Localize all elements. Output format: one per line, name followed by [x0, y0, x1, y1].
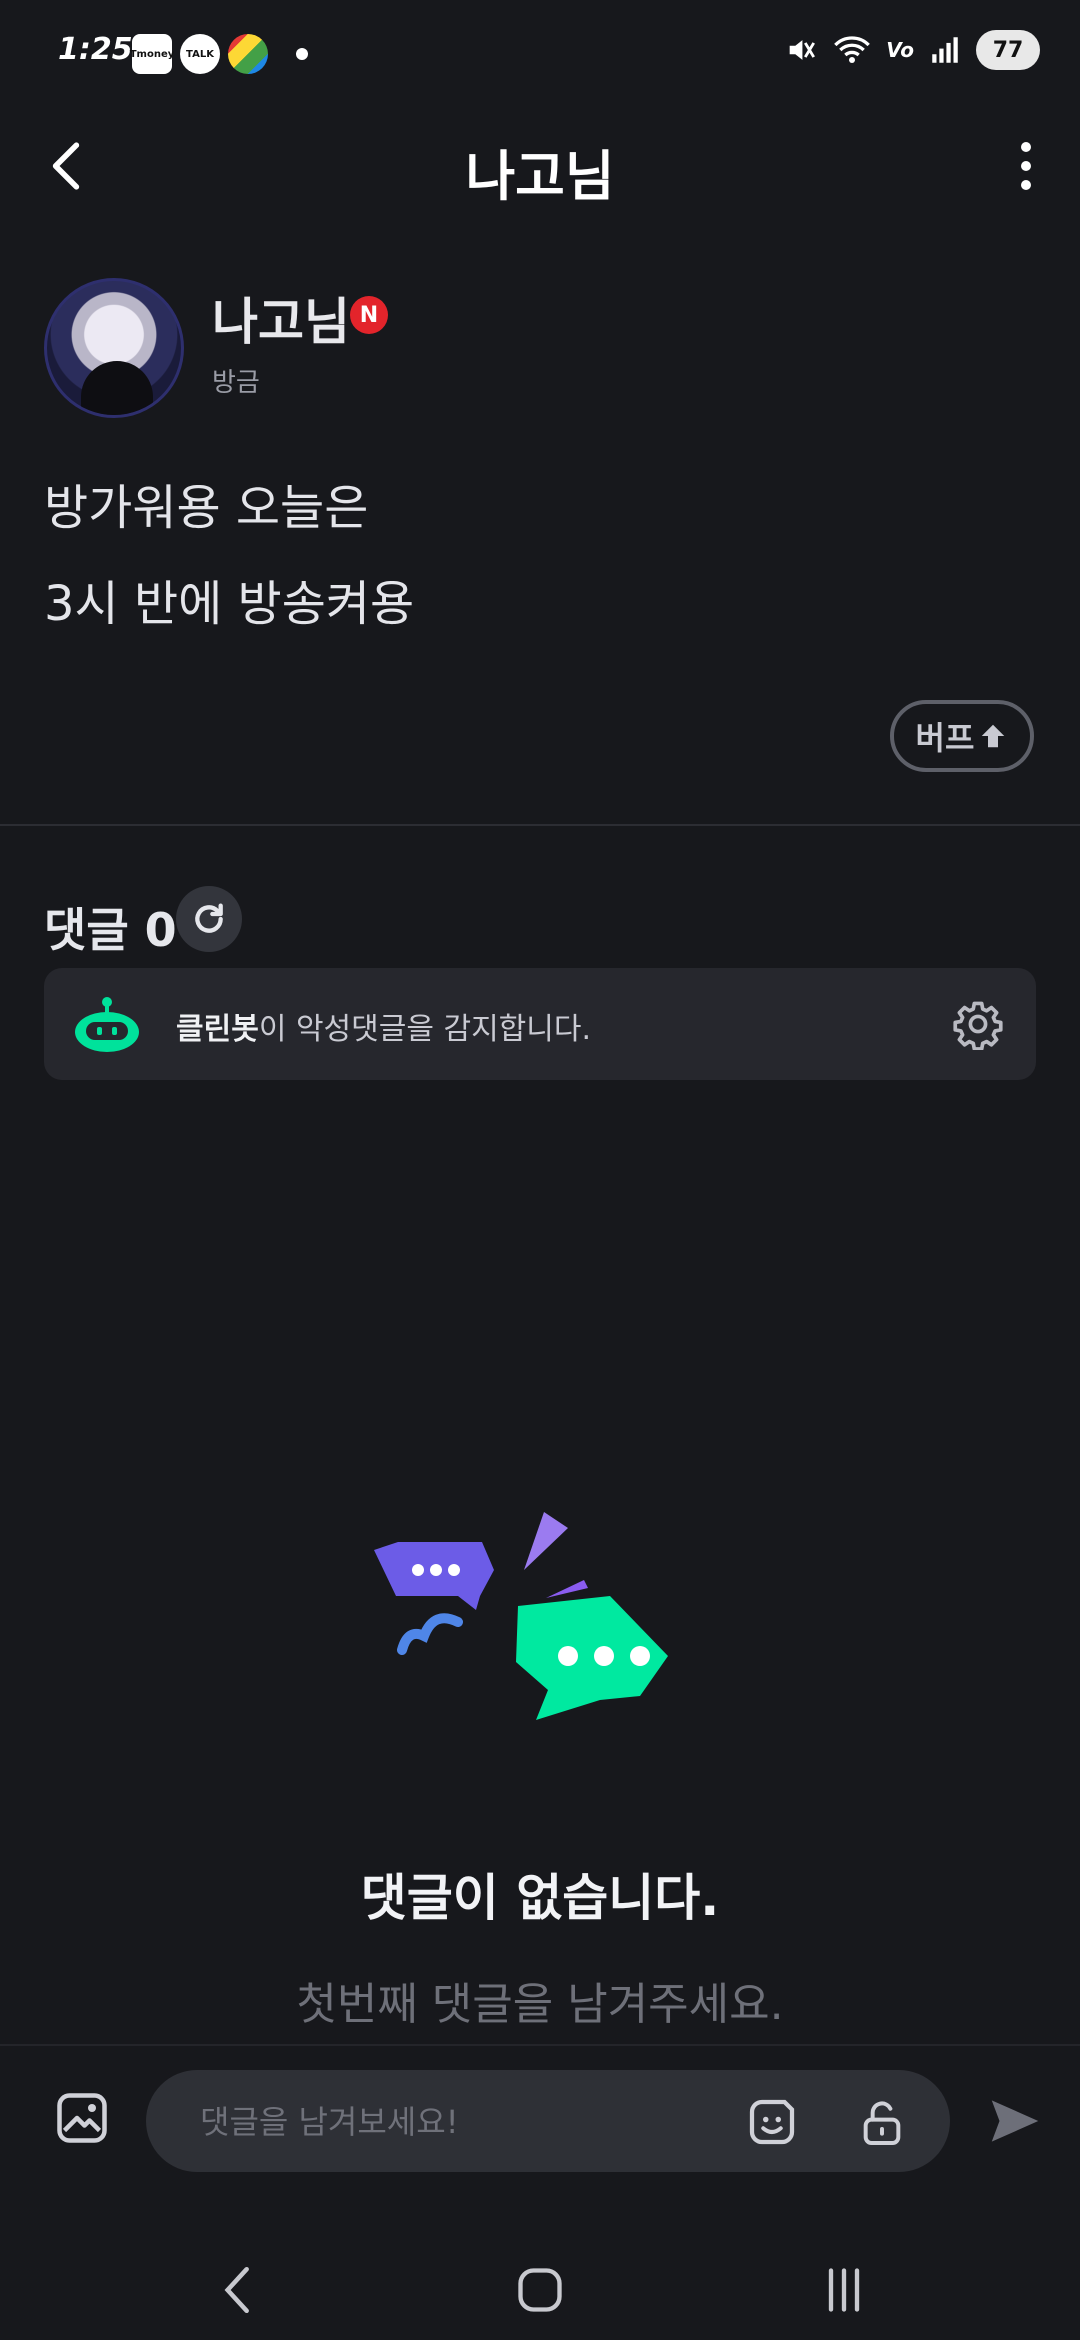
tmoney-notification-icon: Tmoney: [130, 34, 174, 74]
nav-recents-icon: [828, 2268, 860, 2312]
cleanbot-message: 클린봇이 악성댓글을 감지합니다.: [176, 1004, 591, 1048]
kakaotalk-notification-icon: TALK: [180, 34, 220, 74]
status-bar: 1:25 Tmoney TALK Vo 77: [0, 0, 1080, 110]
screen: 1:25 Tmoney TALK Vo 77 나고님 나고님 N 방금 방가워용…: [0, 0, 1080, 2340]
cleanbot-settings-button[interactable]: [948, 994, 1008, 1054]
send-button[interactable]: [980, 2086, 1050, 2156]
nav-back-icon: [224, 2266, 249, 2314]
image-icon: [57, 2093, 107, 2143]
volte-icon: Vo: [886, 38, 914, 62]
post-body: 방가워용 오늘은 3시 반에 방송켜용: [44, 460, 414, 652]
author-name[interactable]: 나고님: [212, 282, 350, 354]
cleanbot-name: 클린봇: [176, 1012, 259, 1047]
refresh-icon: [195, 903, 223, 933]
empty-comments-subtitle: 첫번째 댓글을 남겨주세요.: [296, 1979, 784, 2030]
secret-comment-toggle[interactable]: [850, 2090, 914, 2154]
comments-header: 댓글 0: [44, 894, 177, 960]
comment-composer: [0, 2044, 1080, 2240]
mute-icon: [789, 40, 816, 60]
page-title: 나고님: [465, 145, 615, 208]
more-notifications-dot-icon: [296, 48, 308, 60]
gear-icon: [953, 1001, 1003, 1050]
cleanbot-robot-icon: [74, 996, 140, 1058]
comments-label: 댓글: [44, 903, 129, 957]
refresh-comments-button[interactable]: [176, 886, 242, 952]
empty-comments-illustration: [368, 1500, 712, 1744]
attach-image-button[interactable]: [50, 2086, 114, 2150]
system-navigation-bar: [0, 2240, 1080, 2340]
status-time: 1:25: [58, 32, 133, 67]
empty-comments-title: 댓글이 없습니다.: [360, 1869, 720, 1927]
status-notification-icons: Tmoney TALK: [130, 34, 308, 74]
wifi-icon: [834, 36, 871, 63]
more-options-button[interactable]: [996, 136, 1056, 196]
post-timestamp: 방금: [212, 368, 260, 398]
nav-recents-button[interactable]: [804, 2260, 884, 2320]
sticker-button[interactable]: [740, 2090, 804, 2154]
unlock-icon: [863, 2101, 901, 2145]
post-body-line: 3시 반에 방송켜용: [44, 576, 415, 632]
author-avatar[interactable]: [44, 278, 184, 418]
sticker-icon: [749, 2099, 795, 2145]
buff-button[interactable]: 버프: [890, 700, 1034, 772]
app-bar: 나고님: [0, 110, 1080, 220]
nav-back-button[interactable]: [198, 2260, 278, 2320]
new-badge: N: [350, 296, 388, 334]
nav-home-icon: [518, 2268, 562, 2312]
app-notification-icon: [228, 34, 268, 74]
section-divider: [0, 824, 1080, 826]
nav-home-button[interactable]: [500, 2260, 580, 2320]
comments-count: 0: [144, 903, 177, 957]
comment-input-container: [146, 2070, 950, 2172]
comment-input[interactable]: [200, 2100, 680, 2144]
battery-indicator: 77: [976, 30, 1040, 70]
post-body-line: 방가워용 오늘은: [44, 480, 369, 536]
status-system-icons: Vo 77: [784, 30, 1040, 70]
buff-label: 버프: [915, 719, 975, 757]
cleanbot-banner: 클린봇이 악성댓글을 감지합니다.: [44, 968, 1036, 1080]
send-icon: [991, 2100, 1039, 2142]
signal-icon: [932, 37, 958, 63]
more-vertical-icon: [1021, 142, 1031, 152]
arrow-up-icon: [982, 724, 1005, 748]
cleanbot-description: 이 악성댓글을 감지합니다.: [258, 1012, 592, 1047]
